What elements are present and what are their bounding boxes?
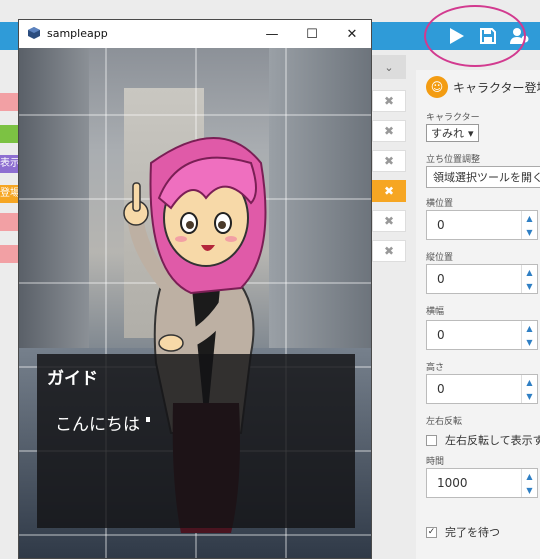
x-position-input[interactable]: 0 ▲ ▼ <box>426 210 538 240</box>
y-label: 縦位置 <box>426 253 454 263</box>
panel-title: ☺ キャラクター登場 <box>426 76 540 98</box>
region-select-button[interactable]: 領域選択ツールを開く <box>426 166 540 188</box>
command-tag[interactable] <box>0 125 20 143</box>
close-icon: ✖ <box>383 124 395 138</box>
window-titlebar[interactable]: sampleapp — ☐ ✕ <box>19 20 371 48</box>
spin-down-icon[interactable]: ▼ <box>526 282 532 291</box>
close-icon: ✖ <box>383 244 395 258</box>
sampleapp-window: sampleapp — ☐ ✕ ガイド こんにちは <box>18 19 372 559</box>
close-icon: ✖ <box>383 94 395 108</box>
list-item-delete[interactable]: ✖ <box>372 180 406 202</box>
list-item-delete[interactable]: ✖ <box>372 210 406 232</box>
width-input[interactable]: 0 ▲ ▼ <box>426 320 538 350</box>
spin-up-icon[interactable]: ▲ <box>526 472 532 481</box>
x-label: 横位置 <box>426 199 454 209</box>
command-tag[interactable]: 表示 <box>0 155 20 173</box>
flip-checkbox-row[interactable]: 左右反転して表示す <box>426 432 540 448</box>
close-icon: ✖ <box>383 214 395 228</box>
command-tag[interactable] <box>0 245 20 263</box>
wait-checkbox-row[interactable]: ✓ 完了を待つ <box>426 524 500 540</box>
spin-down-icon[interactable]: ▼ <box>526 486 532 495</box>
minimize-button[interactable]: — <box>257 23 287 45</box>
flip-label: 左右反転 <box>426 417 463 427</box>
spin-up-icon[interactable]: ▲ <box>526 378 532 387</box>
properties-panel: ☺ キャラクター登場 キャラクター すみれ ▾ 立ち位置調整 領域選択ツールを開… <box>416 70 540 559</box>
window-title: sampleapp <box>47 27 108 40</box>
command-tag[interactable] <box>0 93 20 111</box>
spinner[interactable]: ▲ ▼ <box>521 265 537 293</box>
list-item-delete[interactable]: ✖ <box>372 240 406 262</box>
close-icon: ✖ <box>383 184 395 198</box>
spinner[interactable]: ▲ ▼ <box>521 469 537 497</box>
spinner[interactable]: ▲ ▼ <box>521 375 537 403</box>
message-text: こんにちは <box>55 410 150 435</box>
position-label: 立ち位置調整 <box>426 155 481 165</box>
flip-checkbox[interactable] <box>426 434 437 446</box>
character-icon: ☺ <box>426 76 448 98</box>
time-input[interactable]: 1000 ▲ ▼ <box>426 468 538 498</box>
command-tag[interactable]: 登場 <box>0 185 20 203</box>
spin-up-icon[interactable]: ▲ <box>526 214 532 223</box>
spin-down-icon[interactable]: ▼ <box>526 338 532 347</box>
list-item-delete[interactable]: ✖ <box>372 150 406 172</box>
game-scene[interactable]: ガイド こんにちは <box>19 48 371 558</box>
spin-up-icon[interactable]: ▲ <box>526 324 532 333</box>
chevron-down-icon: ⌄ <box>384 60 394 74</box>
y-position-input[interactable]: 0 ▲ ▼ <box>426 264 538 294</box>
text-cursor-icon <box>146 417 150 422</box>
character-label: キャラクター <box>426 113 480 123</box>
speaker-name: ガイド <box>47 369 98 389</box>
time-label: 時間 <box>426 457 445 467</box>
spin-down-icon[interactable]: ▼ <box>526 228 532 237</box>
app-cube-icon <box>28 27 40 39</box>
spinner[interactable]: ▲ ▼ <box>521 211 537 239</box>
spin-down-icon[interactable]: ▼ <box>526 392 532 401</box>
highlight-ellipse <box>424 5 526 67</box>
list-item-delete[interactable]: ✖ <box>372 120 406 142</box>
spin-up-icon[interactable]: ▲ <box>526 268 532 277</box>
list-header[interactable]: ⌄ <box>372 55 406 79</box>
command-tag[interactable] <box>0 213 20 231</box>
dropdown-arrow-icon: ▾ <box>468 126 474 140</box>
maximize-button[interactable]: ☐ <box>297 23 327 45</box>
height-label: 高さ <box>426 363 445 373</box>
height-input[interactable]: 0 ▲ ▼ <box>426 374 538 404</box>
character-select[interactable]: すみれ ▾ <box>426 124 479 142</box>
close-button[interactable]: ✕ <box>337 23 367 45</box>
message-window[interactable]: ガイド こんにちは <box>37 354 355 528</box>
list-item-delete[interactable]: ✖ <box>372 90 406 112</box>
spinner[interactable]: ▲ ▼ <box>521 321 537 349</box>
width-label: 横幅 <box>426 307 445 317</box>
wait-checkbox[interactable]: ✓ <box>426 526 437 538</box>
close-icon: ✖ <box>383 154 395 168</box>
